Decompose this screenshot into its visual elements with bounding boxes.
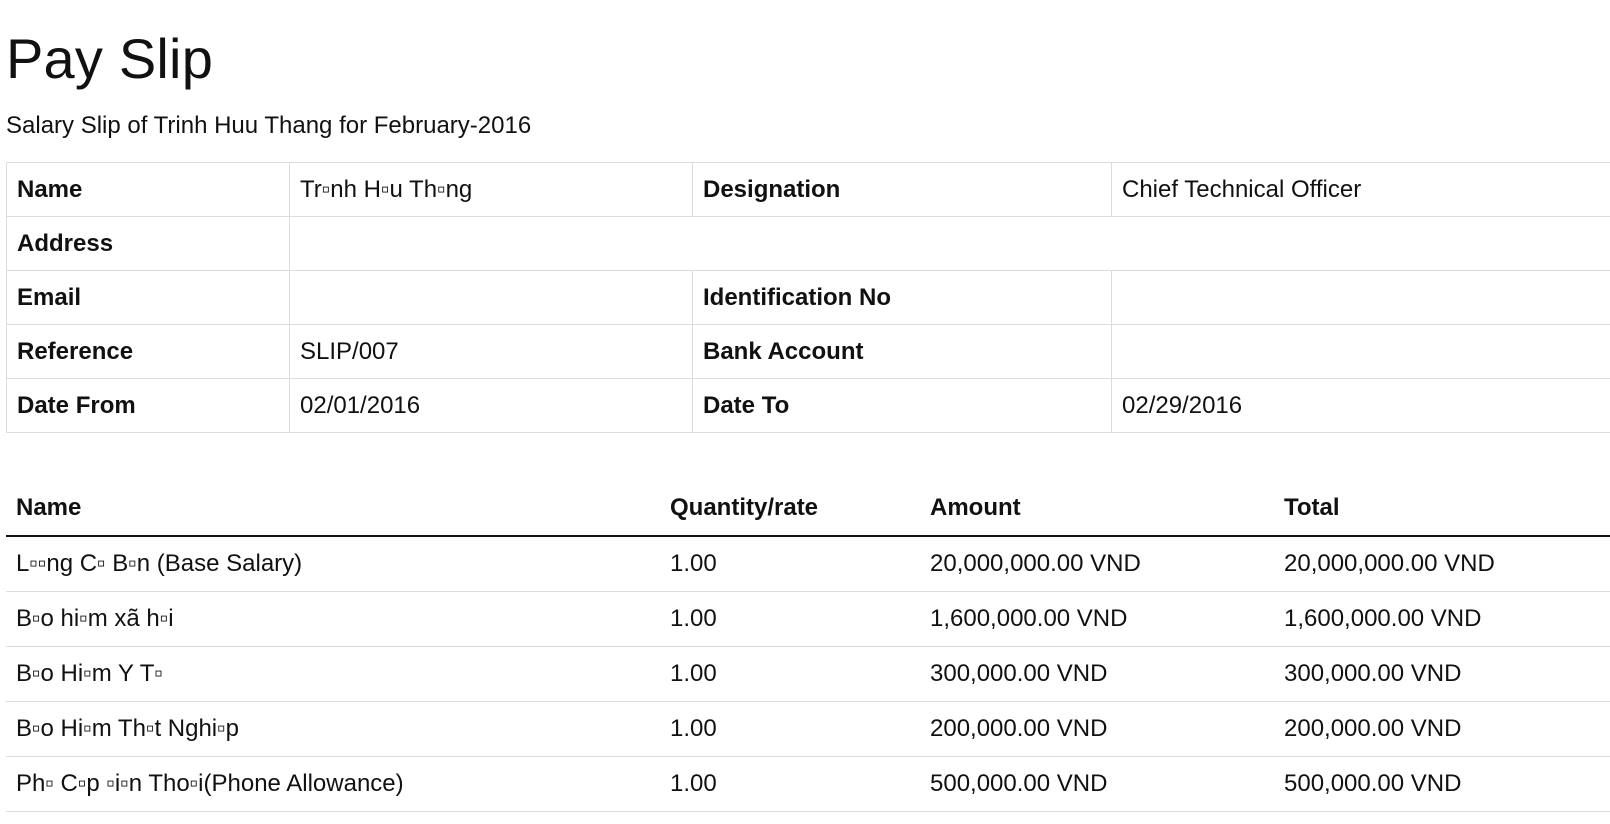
line-amount: 20,000,000.00 VND [920, 536, 1274, 592]
line-quantity-rate: 1.00 [660, 756, 920, 812]
line-name: Ph▫ C▫p ▫i▫n Tho▫i(Phone Allowance) [6, 756, 660, 812]
line-name: B▫o hi▫m xã h▫i [6, 591, 660, 647]
info-row-reference: Reference SLIP/007 Bank Account [6, 324, 1610, 379]
info-row-dates: Date From 02/01/2016 Date To 02/29/2016 [6, 378, 1610, 433]
name-label: Name [6, 162, 290, 217]
salary-lines-table: Name Quantity/rate Amount Total L▫▫ng C▫… [6, 480, 1610, 812]
employee-info-table: Name Tr▫nh H▫u Th▫ng Designation Chief T… [6, 162, 1610, 433]
line-name: L▫▫ng C▫ B▫n (Base Salary) [6, 536, 660, 592]
address-value [289, 216, 1610, 271]
email-label: Email [6, 270, 290, 325]
date-from-value: 02/01/2016 [289, 378, 693, 433]
designation-value: Chief Technical Officer [1111, 162, 1610, 217]
info-row-email: Email Identification No [6, 270, 1610, 325]
address-label: Address [6, 216, 290, 271]
line-quantity-rate: 1.00 [660, 536, 920, 592]
date-to-label: Date To [692, 378, 1112, 433]
line-amount: 500,000.00 VND [920, 756, 1274, 812]
date-to-value: 02/29/2016 [1111, 378, 1610, 433]
column-header-name: Name [6, 480, 660, 537]
table-row: B▫o Hi▫m Y T▫ 1.00 300,000.00 VND 300,00… [6, 646, 1610, 702]
salary-lines-header: Name Quantity/rate Amount Total [6, 480, 1610, 537]
column-header-quantity-rate: Quantity/rate [660, 480, 920, 537]
line-total: 500,000.00 VND [1274, 756, 1610, 812]
page-subtitle: Salary Slip of Trinh Huu Thang for Febru… [6, 112, 532, 139]
table-row: B▫o hi▫m xã h▫i 1.00 1,600,000.00 VND 1,… [6, 591, 1610, 647]
identification-value [1111, 270, 1610, 325]
line-total: 1,600,000.00 VND [1274, 591, 1610, 647]
identification-label: Identification No [692, 270, 1112, 325]
page-title: Pay Slip [6, 27, 214, 90]
line-quantity-rate: 1.00 [660, 646, 920, 702]
table-row: B▫o Hi▫m Th▫t Nghi▫p 1.00 200,000.00 VND… [6, 701, 1610, 757]
bank-account-value [1111, 324, 1610, 379]
date-from-label: Date From [6, 378, 290, 433]
line-quantity-rate: 1.00 [660, 591, 920, 647]
designation-label: Designation [692, 162, 1112, 217]
column-header-amount: Amount [920, 480, 1274, 537]
line-total: 20,000,000.00 VND [1274, 536, 1610, 592]
bank-account-label: Bank Account [692, 324, 1112, 379]
info-row-name: Name Tr▫nh H▫u Th▫ng Designation Chief T… [6, 162, 1610, 217]
line-name: B▫o Hi▫m Th▫t Nghi▫p [6, 701, 660, 757]
payslip-page: Pay Slip Salary Slip of Trinh Huu Thang … [0, 0, 1610, 824]
table-row: L▫▫ng C▫ B▫n (Base Salary) 1.00 20,000,0… [6, 536, 1610, 592]
line-amount: 300,000.00 VND [920, 646, 1274, 702]
line-amount: 200,000.00 VND [920, 701, 1274, 757]
line-quantity-rate: 1.00 [660, 701, 920, 757]
line-total: 200,000.00 VND [1274, 701, 1610, 757]
reference-value: SLIP/007 [289, 324, 693, 379]
line-amount: 1,600,000.00 VND [920, 591, 1274, 647]
name-value: Tr▫nh H▫u Th▫ng [289, 162, 693, 217]
line-total: 300,000.00 VND [1274, 646, 1610, 702]
column-header-total: Total [1274, 480, 1610, 537]
email-value [289, 270, 693, 325]
info-row-address: Address [6, 216, 1610, 271]
line-name: B▫o Hi▫m Y T▫ [6, 646, 660, 702]
table-row: Ph▫ C▫p ▫i▫n Tho▫i(Phone Allowance) 1.00… [6, 756, 1610, 812]
reference-label: Reference [6, 324, 290, 379]
